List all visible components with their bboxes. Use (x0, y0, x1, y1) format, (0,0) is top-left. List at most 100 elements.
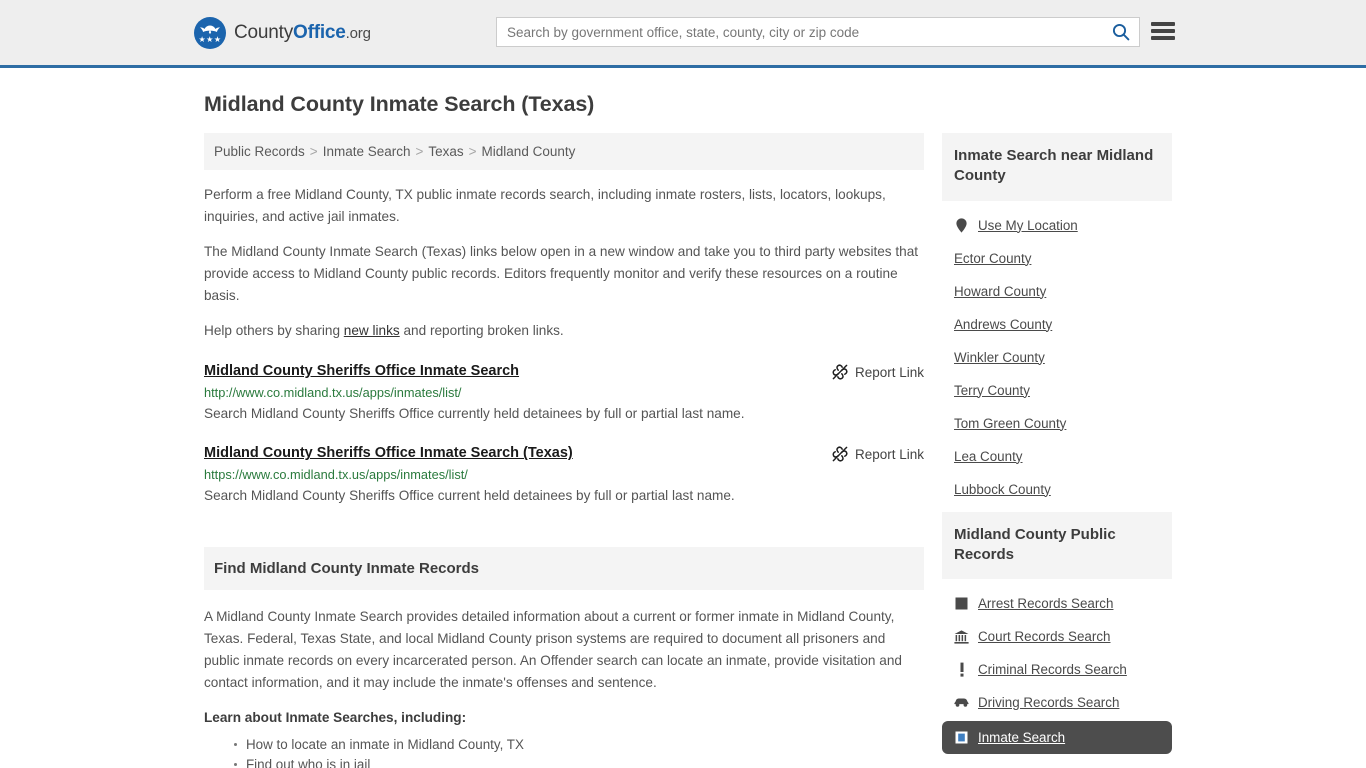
brand-part-org: .org (345, 24, 371, 42)
report-link-label: Report Link (854, 446, 924, 462)
sidebar-item-label: Howard County (954, 283, 1047, 299)
report-link-label: Report Link (854, 364, 924, 380)
intro-paragraph-1: Perform a free Midland County, TX public… (204, 187, 886, 225)
find-records-heading: Find Midland County Inmate Records (214, 559, 480, 577)
sidebar-item-label: Driving Records Search (978, 695, 1120, 710)
result-description: Search Midland County Sheriffs Office cu… (204, 488, 735, 504)
learn-about-lead-in: Learn about Inmate Searches, including: (204, 709, 467, 725)
brand-part-office: Office (293, 21, 346, 43)
main-column: Public Records > Inmate Search > Texas > Midla… (204, 133, 924, 768)
sidebar-item-court-records-search[interactable]: Court Records Search (942, 620, 1172, 653)
sidebar-item-winkler-county[interactable]: Winkler County (942, 341, 1172, 374)
content-layout: Public Records > Inmate Search > Texas > Midla… (204, 133, 1172, 768)
sidebar-item-label: Inmate Search (978, 730, 1066, 745)
sidebar-item-driving-records-search[interactable]: Driving Records Search (942, 686, 1172, 719)
hamburger-bar (1151, 29, 1175, 33)
find-records-body: A Midland County Inmate Search provides … (204, 608, 902, 690)
sidebar-nearby-header: Inmate Search near Midland County (942, 133, 1172, 201)
brand-wordmark: CountyOffice.org (234, 22, 371, 44)
report-link-button[interactable]: Report Link (832, 446, 924, 463)
breadcrumb-separator: > (415, 144, 424, 159)
sidebar-item-ector-county[interactable]: Ector County (942, 242, 1172, 275)
list-item: How to locate an inmate in Midland Count… (234, 735, 924, 755)
result-url[interactable]: http://www.co.midland.tx.us/apps/inmates… (204, 385, 924, 400)
logo-stars: ★★★ (198, 34, 222, 44)
breadcrumb: Public Records > Inmate Search > Texas > Midla… (204, 133, 924, 170)
sidebar-item-howard-county[interactable]: Howard County (942, 275, 1172, 308)
report-link-button[interactable]: Report Link (832, 364, 924, 380)
courthouse-icon (954, 629, 969, 644)
result-item: Midland County Sheriffs Office Inmate Se… (204, 363, 924, 424)
page-body: Midland County Inmate Search (Texas) Pub… (0, 92, 1366, 768)
breadcrumb-item-public-records[interactable]: Public Records (214, 144, 305, 159)
result-item: Midland County Sheriffs Office Inmate Se… (204, 445, 924, 506)
intro-paragraph-3: Help others by sharing new links and rep… (204, 320, 924, 342)
sidebar-item-label: Arrest Records Search (978, 596, 1114, 611)
breadcrumb-item-midland-county[interactable]: Midland County (482, 144, 576, 159)
sidebar-item-label: Criminal Records Search (978, 662, 1127, 677)
sidebar-item-label: Terry County (954, 382, 1030, 398)
sidebar-item-terry-county[interactable]: Terry County (942, 374, 1172, 407)
page-title: Midland County Inmate Search (Texas) (204, 92, 595, 116)
sidebar-item-tom-green-county[interactable]: Tom Green County (942, 407, 1172, 440)
sidebar-item-lea-county[interactable]: Lea County (942, 440, 1172, 473)
hamburger-bar (1151, 36, 1175, 40)
breadcrumb-separator: > (309, 144, 318, 159)
hamburger-bar (1151, 22, 1175, 26)
search-bar[interactable] (496, 17, 1140, 47)
sidebar-item-criminal-records-search[interactable]: Criminal Records Search (942, 653, 1172, 686)
find-records-band: Find Midland County Inmate Records (204, 546, 924, 590)
intro-paragraph-2: The Midland County Inmate Search (Texas)… (204, 244, 919, 304)
sidebar-item-label: Winkler County (954, 349, 1045, 365)
sidebar-public-records-header: Midland County Public Records (942, 511, 1172, 579)
result-description: Search Midland County Sheriffs Office cu… (204, 406, 745, 422)
sidebar-item-label: Lea County (954, 448, 1023, 464)
search-button[interactable] (1103, 18, 1139, 46)
sidebar-nearby-list: Use My Location Ector County Howard Coun… (942, 201, 1172, 506)
sidebar-card-nearby: Inmate Search near Midland County Use My… (942, 133, 1172, 506)
fingerprint-square-icon (954, 596, 969, 611)
car-icon (954, 695, 969, 710)
sidebar-item-label: Use My Location (978, 217, 1078, 233)
breadcrumb-item-texas[interactable]: Texas (428, 144, 463, 159)
learn-about-list: How to locate an inmate in Midland Count… (204, 735, 924, 768)
sidebar-card-public-records: Midland County Public Records Arrest Rec… (942, 511, 1172, 754)
site-logo-link[interactable]: ★★★ CountyOffice.org (194, 16, 371, 49)
sidebar-item-andrews-county[interactable]: Andrews County (942, 308, 1172, 341)
search-icon (1112, 23, 1130, 41)
result-title-link[interactable]: Midland County Sheriffs Office Inmate Se… (204, 363, 519, 379)
sidebar-item-label: Tom Green County (954, 415, 1067, 431)
sidebar-item-label: Court Records Search (978, 629, 1111, 644)
list-item: Find out who is in jail (234, 755, 924, 768)
sidebar-public-records-list: Arrest Records Search Court Records Sear… (942, 579, 1172, 754)
exclamation-icon (954, 662, 969, 677)
new-links-link[interactable]: new links (344, 323, 400, 338)
share-text-after: and reporting broken links. (399, 323, 564, 339)
share-text-before: Help others by sharing (204, 323, 344, 339)
sidebar-public-records-heading: Midland County Public Records (954, 525, 1116, 563)
sidebar-nearby-heading: Inmate Search near Midland County (954, 147, 1154, 185)
inmate-id-icon (954, 730, 969, 745)
sidebar-item-use-my-location[interactable]: Use My Location (942, 209, 1172, 242)
sidebar: Inmate Search near Midland County Use My… (942, 133, 1172, 768)
result-url[interactable]: https://www.co.midland.tx.us/apps/inmate… (204, 467, 924, 482)
search-input[interactable] (497, 18, 1103, 46)
map-pin-icon (954, 217, 969, 233)
brand-part-county: County (234, 21, 294, 43)
result-title-link[interactable]: Midland County Sheriffs Office Inmate Se… (204, 445, 573, 461)
site-header: ★★★ CountyOffice.org (0, 0, 1366, 68)
hamburger-menu-icon[interactable] (1151, 20, 1175, 42)
sidebar-item-label: Lubbock County (954, 481, 1051, 497)
sidebar-item-label: Ector County (954, 250, 1032, 266)
broken-link-icon (832, 364, 848, 380)
result-header-row: Midland County Sheriffs Office Inmate Se… (204, 363, 924, 380)
result-header-row: Midland County Sheriffs Office Inmate Se… (204, 445, 924, 463)
eagle-shield-logo-icon: ★★★ (194, 16, 226, 49)
breadcrumb-item-inmate-search[interactable]: Inmate Search (323, 144, 411, 159)
broken-link-icon (832, 446, 848, 463)
sidebar-item-label: Andrews County (954, 316, 1053, 332)
sidebar-item-inmate-search[interactable]: Inmate Search (942, 721, 1172, 754)
sidebar-item-lubbock-county[interactable]: Lubbock County (942, 473, 1172, 506)
breadcrumb-separator: > (468, 144, 477, 159)
sidebar-item-arrest-records-search[interactable]: Arrest Records Search (942, 587, 1172, 620)
